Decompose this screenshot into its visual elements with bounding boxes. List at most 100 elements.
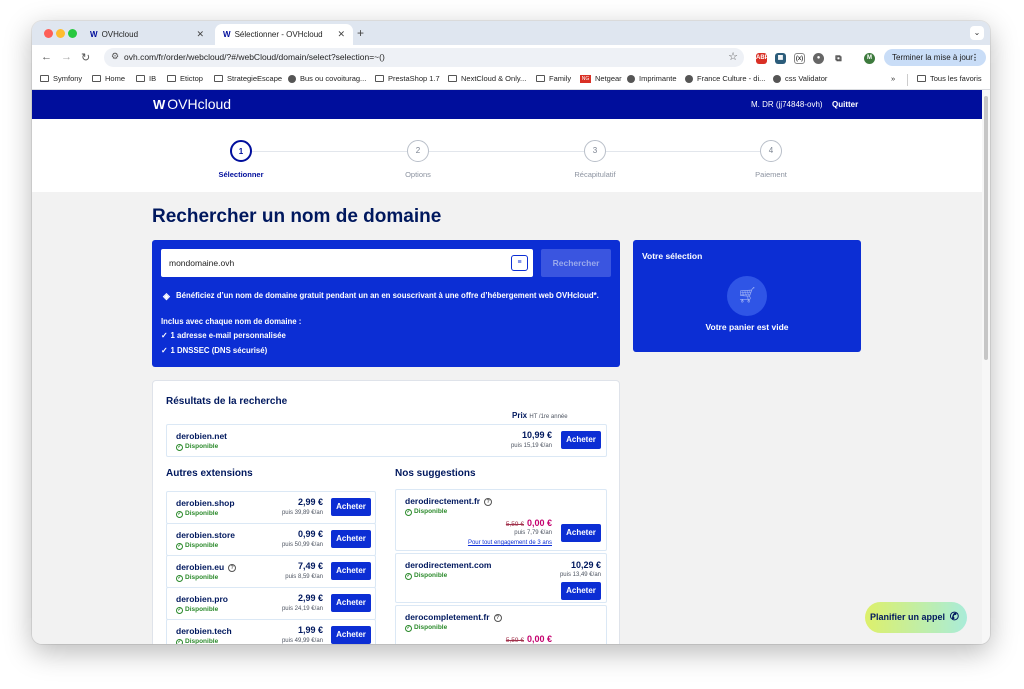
check-circle-icon: ✓ xyxy=(405,573,412,580)
domain-name: derocompletement.fr? xyxy=(405,612,502,622)
update-button[interactable]: Terminer la mise à jour ⋮ xyxy=(884,49,986,66)
extension-icon[interactable]: (x) xyxy=(794,53,805,64)
availability-label: Disponible xyxy=(414,508,448,515)
bookmark-imprimante[interactable]: Imprimante xyxy=(627,74,677,83)
zoom-window-button[interactable] xyxy=(68,29,77,38)
new-tab-icon[interactable]: + xyxy=(357,26,364,40)
close-tab-icon[interactable]: ✕ xyxy=(337,29,345,40)
folder-icon xyxy=(917,75,926,82)
bookmark-netgear[interactable]: NG Netgear xyxy=(580,74,622,83)
extension-icon[interactable]: ▦ xyxy=(775,53,786,64)
domain-name: derobien.shop xyxy=(176,498,235,508)
step-label: Sélectionner xyxy=(218,170,264,179)
bookmark-folder-nextcloud[interactable]: NextCloud & Only... xyxy=(448,74,526,83)
user-account[interactable]: M. DR (jj74848-ovh) xyxy=(751,100,823,109)
address-bar[interactable]: ⚙ ovh.com/fr/order/webcloud/?#/webCloud/… xyxy=(104,48,744,67)
profile-avatar[interactable]: M xyxy=(864,53,875,64)
domain-search-panel: mondomaine.ovh ≡ Rechercher ◈ Bénéficiez… xyxy=(152,240,620,367)
renewal-price: puis 7,79 €/an xyxy=(514,530,552,536)
reload-icon[interactable]: ↻ xyxy=(81,51,90,64)
domain-name: derobien.store xyxy=(176,530,236,540)
all-bookmarks-folder[interactable]: Tous les favoris xyxy=(917,74,982,83)
ovhcloud-logo[interactable]: W OVHcloud xyxy=(153,96,231,112)
bookmark-folder-family[interactable]: Family xyxy=(536,74,571,83)
cart-selection-panel: Votre sélection 🛒︎ Votre panier est vide xyxy=(633,240,861,352)
bookmark-france-culture[interactable]: France Culture - di... xyxy=(685,74,765,83)
tab-ovhcloud[interactable]: W OVHcloud ✕ xyxy=(82,24,212,45)
step-selectionner[interactable]: 1 Sélectionner xyxy=(191,140,291,179)
close-window-button[interactable] xyxy=(44,29,53,38)
more-menu-icon[interactable]: ⋮ xyxy=(971,49,979,66)
availability-status: ✓ Disponible xyxy=(176,606,218,614)
ovh-logo-icon: W xyxy=(153,96,165,112)
suggestion-row: derodirectement.fr? ✓ Disponible 5,59 €0,… xyxy=(395,489,607,551)
buy-button[interactable]: Acheter xyxy=(561,582,601,600)
bookmark-bus[interactable]: Bus ou covoiturag... xyxy=(288,74,366,83)
globe-icon xyxy=(685,74,693,83)
help-icon[interactable]: ? xyxy=(228,564,237,572)
bookmark-folder-symfony[interactable]: Symfony xyxy=(40,74,82,83)
step-label: Paiement xyxy=(755,170,787,179)
engagement-link[interactable]: Pour tout engagement de 3 ans xyxy=(468,540,552,546)
bookmark-label: css Validator xyxy=(785,74,828,83)
bookmark-label: Bus ou covoiturag... xyxy=(300,74,367,83)
buy-button[interactable]: Acheter xyxy=(331,562,371,580)
buy-button[interactable]: Acheter xyxy=(561,524,601,542)
availability-status: ✓ Disponible xyxy=(176,574,218,582)
forward-arrow-icon[interactable]: → xyxy=(61,51,72,63)
folder-icon xyxy=(448,75,457,82)
extension-icon[interactable]: ● xyxy=(813,53,824,64)
schedule-call-button[interactable]: Planifier un appel ✆ xyxy=(865,602,967,633)
buy-button[interactable]: Acheter xyxy=(561,431,601,449)
renewal-price: puis 8,59 €/an xyxy=(285,574,323,580)
domain-price: 7,49 € xyxy=(297,561,323,571)
close-tab-icon[interactable]: ✕ xyxy=(196,29,204,40)
availability-label: Disponible xyxy=(185,638,219,644)
bookmark-star-icon[interactable]: ☆ xyxy=(728,50,738,63)
search-results-card: Résultats de la recherche Prix HT /1re a… xyxy=(152,380,620,644)
chevron-down-icon[interactable]: ⌄ xyxy=(970,26,984,40)
quit-button[interactable]: Quitter xyxy=(832,100,858,109)
search-button[interactable]: Rechercher xyxy=(541,249,611,277)
included-item: ✓ 1 adresse e-mail personnalisée xyxy=(161,331,286,340)
help-icon[interactable]: ? xyxy=(484,498,493,506)
folder-icon xyxy=(92,75,101,82)
puzzle-extensions-icon[interactable]: ⧉ xyxy=(833,53,844,64)
help-icon[interactable]: ? xyxy=(493,614,502,622)
bookmark-label: Symfony xyxy=(53,74,83,83)
bookmark-folder-strategieescape[interactable]: StrategieEscape xyxy=(214,74,282,83)
buy-button[interactable]: Acheter xyxy=(331,498,371,516)
bookmark-css-validator[interactable]: css Validator xyxy=(773,74,827,83)
back-arrow-icon[interactable]: ← xyxy=(41,51,52,63)
check-icon: ✓ xyxy=(161,331,168,340)
domain-search-input[interactable]: mondomaine.ovh ≡ xyxy=(161,249,533,277)
price-note: HT /1re année xyxy=(529,414,568,420)
domain-price: 10,29 € xyxy=(570,560,601,570)
page-scrollbar[interactable] xyxy=(982,90,990,644)
bookmark-folder-home[interactable]: Home xyxy=(92,74,125,83)
buy-button[interactable]: Acheter xyxy=(331,626,371,644)
bookmark-folder-etictop[interactable]: Etictop xyxy=(167,74,203,83)
check-icon: ✓ xyxy=(161,346,168,355)
domain-name: derobien.tech xyxy=(176,626,232,636)
folder-icon xyxy=(40,75,49,82)
page-title: Rechercher un nom de domaine xyxy=(152,206,442,227)
bookmark-folder-prestashop[interactable]: PrestaShop 1.7 xyxy=(375,74,440,83)
tab-selectionner[interactable]: W Sélectionner - OVHcloud ✕ xyxy=(215,24,353,45)
buy-button[interactable]: Acheter xyxy=(331,594,371,612)
minimize-window-button[interactable] xyxy=(56,29,65,38)
globe-icon xyxy=(288,74,296,83)
buy-button[interactable]: Acheter xyxy=(331,530,371,548)
cart-empty-text: Votre panier est vide xyxy=(705,322,789,332)
included-item-label: 1 DNSSEC (DNS sécurisé) xyxy=(170,346,268,355)
bulk-search-icon[interactable]: ≡ xyxy=(511,255,528,271)
site-settings-icon[interactable]: ⚙ xyxy=(111,51,119,62)
bookmark-label: Netgear xyxy=(595,74,622,83)
scrollbar-thumb[interactable] xyxy=(984,96,988,360)
bookmark-folder-ib[interactable]: IB xyxy=(136,74,156,83)
bookmark-label: Imprimante xyxy=(639,74,677,83)
site-header: W OVHcloud M. DR (jj74848-ovh) Quitter xyxy=(32,90,982,119)
adblock-extension-icon[interactable]: ABP xyxy=(756,53,769,64)
bookmarks-overflow-button[interactable]: » xyxy=(891,74,895,83)
renewal-price: puis 49,99 €/an xyxy=(281,638,323,644)
